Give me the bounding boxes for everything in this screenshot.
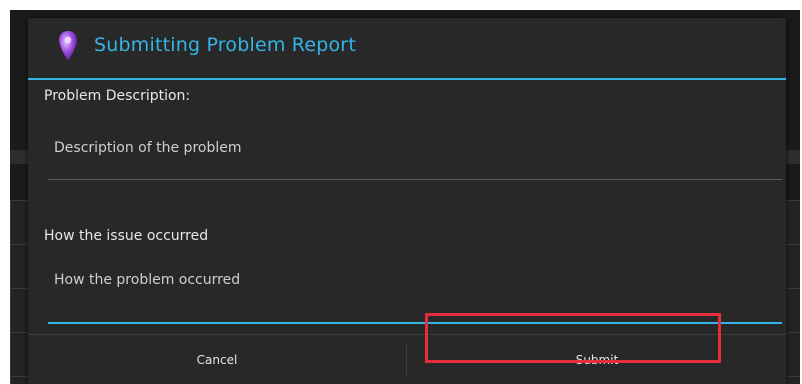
how-input-underline-focused bbox=[48, 322, 782, 324]
button-divider bbox=[406, 343, 407, 377]
dialog-title: Submitting Problem Report bbox=[94, 34, 356, 56]
problem-report-dialog: Submitting Problem Report Problem Descri… bbox=[28, 18, 786, 384]
how-issue-occurred-input[interactable] bbox=[50, 256, 780, 304]
header-divider bbox=[28, 78, 786, 80]
description-input-underline bbox=[48, 179, 782, 180]
cancel-button[interactable]: Cancel bbox=[28, 335, 406, 384]
location-pin-icon bbox=[58, 30, 78, 62]
problem-description-input[interactable] bbox=[50, 124, 780, 172]
dialog-header: Submitting Problem Report bbox=[28, 18, 786, 78]
problem-description-label: Problem Description: bbox=[44, 88, 191, 104]
how-issue-occurred-label: How the issue occurred bbox=[44, 228, 209, 244]
submit-button[interactable]: Submit bbox=[408, 335, 786, 384]
screen: Submitting Problem Report Problem Descri… bbox=[0, 0, 802, 384]
dialog-button-bar: Cancel Submit bbox=[28, 334, 786, 384]
